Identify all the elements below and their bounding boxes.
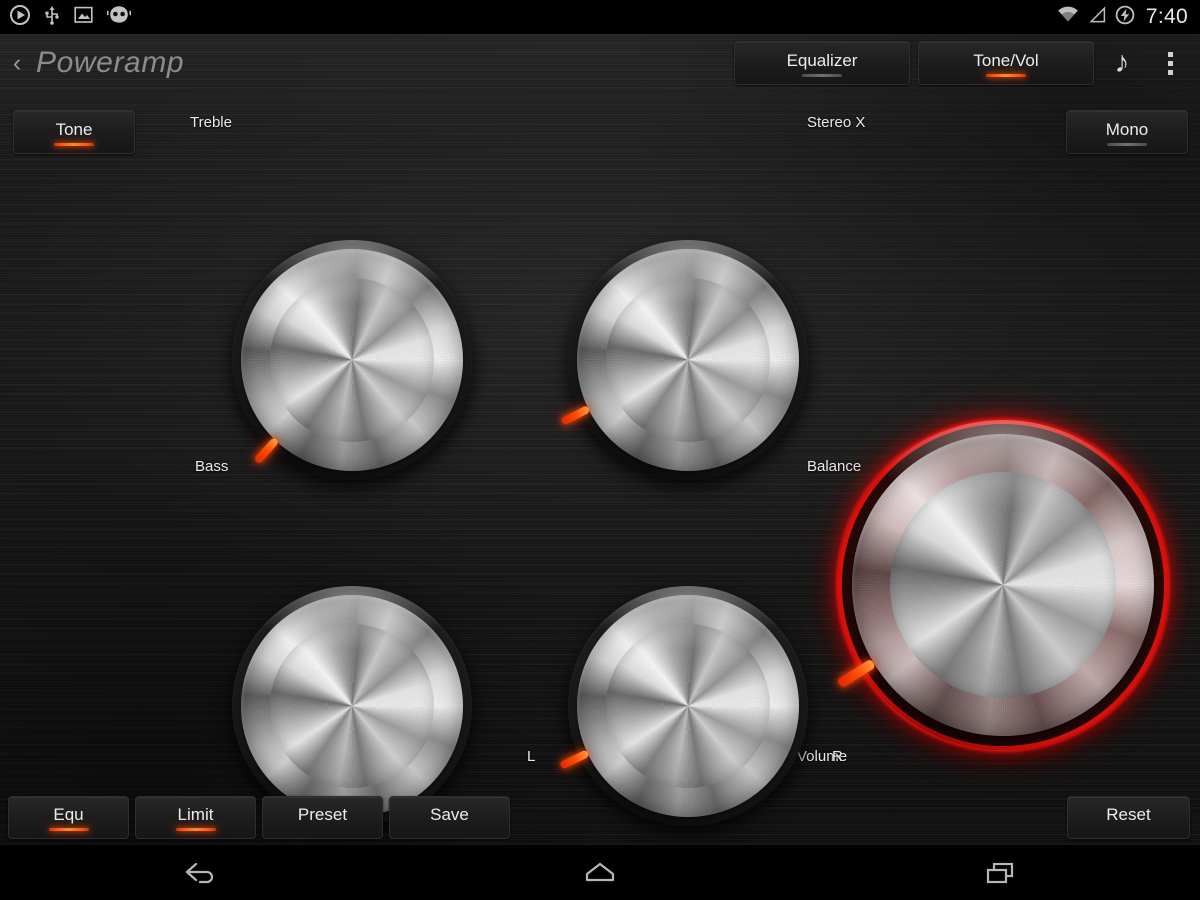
- bottom-bar-right-group: Reset: [1067, 796, 1200, 839]
- reset-button-label: Reset: [1106, 805, 1151, 824]
- knob-balance-inner: [606, 624, 770, 788]
- poweramp-tone-vol-screen: 7:40 ‹ Poweramp Equalizer Tone/Vol ♪ Ton…: [0, 0, 1200, 900]
- usb-icon: [44, 5, 60, 30]
- tab-equalizer-label: Equalizer: [786, 50, 858, 70]
- knob-label-bass: Bass: [195, 458, 229, 475]
- save-button[interactable]: Save: [389, 796, 510, 839]
- mono-mode-underline: [1107, 143, 1147, 146]
- save-button-label: Save: [430, 805, 469, 824]
- wifi-icon: [1057, 6, 1079, 29]
- knob-treble[interactable]: [232, 240, 472, 480]
- back-chevron-icon[interactable]: ‹: [4, 50, 30, 76]
- knob-volume-inner: [890, 472, 1116, 698]
- knob-stereo-x-inner: [606, 278, 770, 442]
- knob-label-balance: Balance: [807, 458, 862, 475]
- tone-mode-underline: [54, 143, 94, 146]
- tone-mode-label: Tone: [55, 119, 93, 139]
- knob-label-stereo-x: Stereo X: [807, 114, 866, 131]
- android-navigation-bar: [0, 845, 1200, 900]
- knob-label-treble: Treble: [190, 114, 232, 131]
- tab-tone-vol-underline: [986, 74, 1026, 77]
- tone-volume-knob-area: Tone Mono Treble Stereo X Bass Balance V…: [0, 92, 1200, 835]
- channel-label-left: L: [527, 748, 536, 765]
- limit-button[interactable]: Limit: [135, 796, 256, 839]
- status-bar-notification-icons: [0, 4, 132, 30]
- preset-button[interactable]: Preset: [262, 796, 383, 839]
- music-note-icon[interactable]: ♪: [1102, 41, 1142, 85]
- cyanogenmod-icon: [106, 5, 132, 29]
- equ-button[interactable]: Equ: [8, 796, 129, 839]
- android-status-bar: 7:40: [0, 0, 1200, 34]
- app-title: Poweramp: [36, 46, 185, 79]
- status-bar-system-icons: 7:40: [1057, 5, 1200, 30]
- overflow-menu-icon[interactable]: [1150, 41, 1190, 85]
- preset-button-label: Preset: [297, 805, 348, 824]
- knob-volume[interactable]: [836, 420, 1168, 750]
- mono-mode-button[interactable]: Mono: [1066, 110, 1188, 154]
- nav-back-icon[interactable]: [140, 845, 260, 900]
- knob-stereo-x[interactable]: [560, 240, 808, 480]
- tab-tone-vol[interactable]: Tone/Vol: [918, 41, 1094, 85]
- signal-icon: [1088, 5, 1106, 29]
- nav-home-icon[interactable]: [540, 845, 660, 900]
- knob-bass-inner: [270, 624, 434, 788]
- tab-equalizer-underline: [802, 74, 842, 77]
- limit-button-underline: [175, 828, 216, 831]
- battery-charging-icon: [1115, 5, 1135, 30]
- nav-recents-icon[interactable]: [940, 845, 1060, 900]
- channel-label-right: R: [832, 748, 843, 765]
- equ-button-underline: [48, 828, 89, 831]
- action-bar-controls: Equalizer Tone/Vol ♪: [734, 41, 1200, 85]
- app-action-bar: ‹ Poweramp Equalizer Tone/Vol ♪: [0, 34, 1200, 92]
- equ-button-label: Equ: [53, 805, 84, 824]
- tone-mode-button[interactable]: Tone: [13, 110, 135, 154]
- bottom-bar-left-group: Equ Limit Preset Save: [0, 796, 510, 839]
- bottom-button-bar: Equ Limit Preset Save Reset: [0, 790, 1200, 845]
- knob-treble-inner: [270, 278, 434, 442]
- tab-tone-vol-label: Tone/Vol: [973, 50, 1039, 70]
- mono-mode-label: Mono: [1105, 119, 1149, 139]
- limit-button-label: Limit: [177, 805, 214, 824]
- status-bar-clock: 7:40: [1145, 5, 1188, 28]
- tab-equalizer[interactable]: Equalizer: [734, 41, 910, 85]
- screenshot-image-icon: [74, 6, 93, 29]
- reset-button[interactable]: Reset: [1067, 796, 1190, 839]
- play-icon: [10, 4, 30, 30]
